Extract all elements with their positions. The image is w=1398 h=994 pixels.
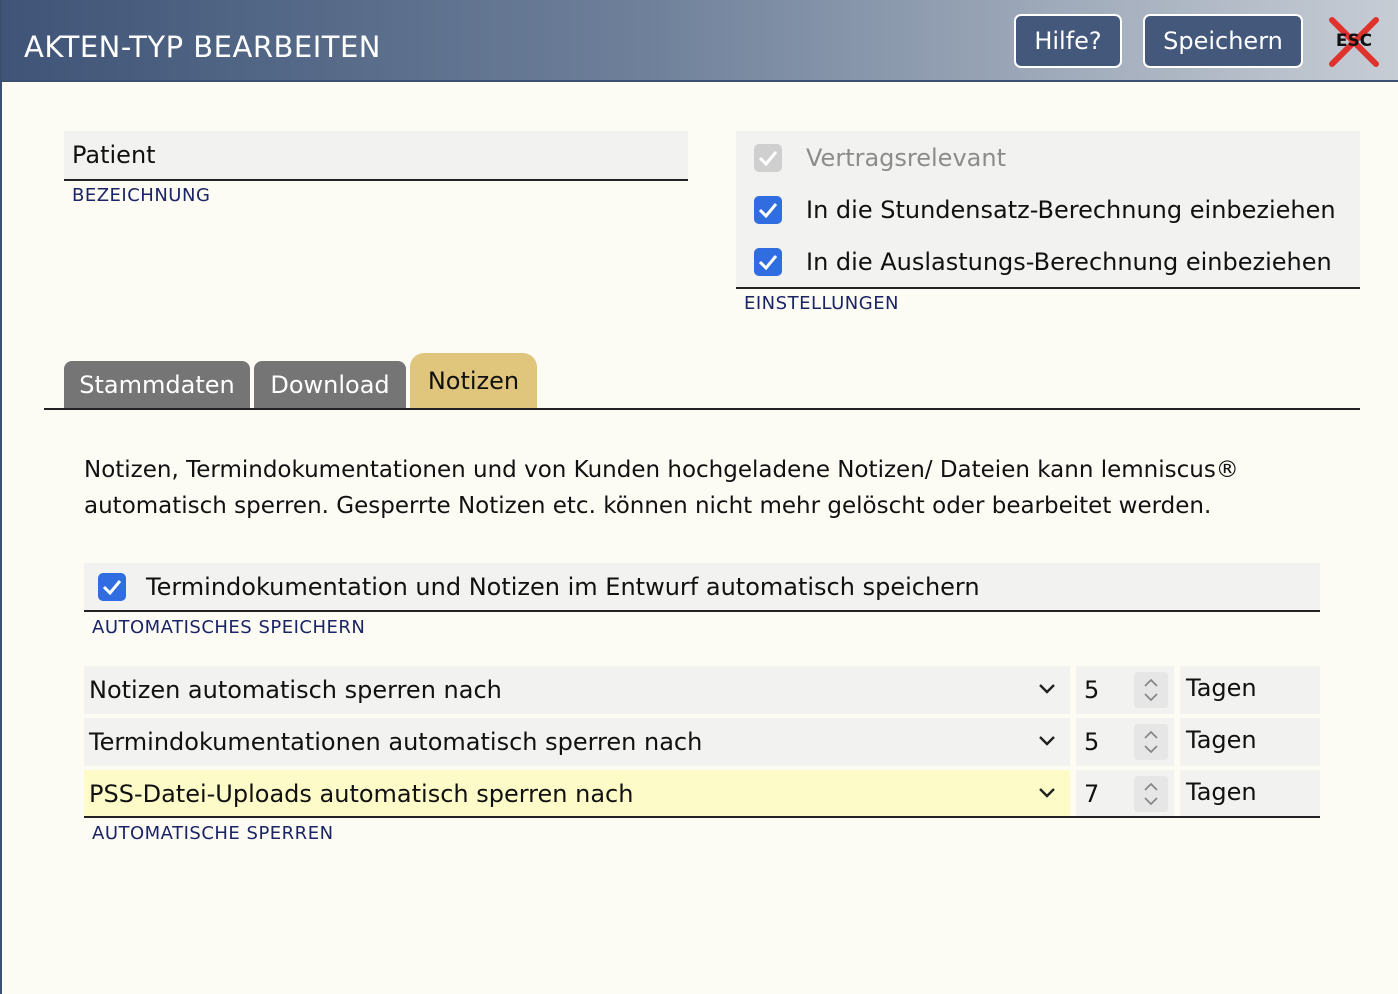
chevron-down-icon	[1039, 736, 1055, 746]
notizen-lock-select[interactable]: Notizen automatisch sperren nach	[84, 666, 1070, 714]
locks-caption: AUTOMATISCHE SPERREN	[92, 823, 334, 844]
termindoku-lock-label: Termindokumentationen automatisch sperre…	[89, 728, 703, 756]
stundensatz-label: In die Stundensatz-Berechnung einbeziehe…	[806, 196, 1336, 224]
notizen-unit-label: Tagen	[1186, 674, 1257, 702]
bezeichnung-field[interactable]: Patient	[64, 131, 688, 181]
chevron-down-icon	[1039, 684, 1055, 694]
termindoku-days-stepper[interactable]: 5	[1076, 718, 1174, 766]
einstellungen-caption: EINSTELLUNGEN	[744, 293, 900, 314]
notizen-description: Notizen, Termindokumentationen und von K…	[84, 457, 1239, 519]
tab-notizen[interactable]: Notizen	[410, 353, 537, 409]
auto-save-group: Termindokumentation und Notizen im Entwu…	[84, 563, 1320, 612]
bezeichnung-caption: BEZEICHNUNG	[72, 185, 211, 206]
pss-lock-select[interactable]: PSS-Datei-Uploads automatisch sperren na…	[84, 770, 1070, 818]
tab-download[interactable]: Download	[254, 361, 406, 409]
checkmark-icon	[758, 203, 778, 218]
checkbox-row-auslastung[interactable]: In die Auslastungs-Berechnung einbeziehe…	[754, 248, 1332, 276]
checkbox-row-vertragsrelevant[interactable]: Vertragsrelevant	[754, 144, 1006, 172]
auto-save-label: Termindokumentation und Notizen im Entwu…	[146, 573, 980, 601]
tab-stammdaten[interactable]: Stammdaten	[64, 361, 250, 409]
stundensatz-checkbox[interactable]	[754, 196, 782, 224]
termindoku-days-value: 5	[1084, 728, 1100, 756]
lock-row-pss-uploads: PSS-Datei-Uploads automatisch sperren na…	[84, 770, 1320, 818]
spinner-arrows-icon[interactable]	[1134, 724, 1168, 760]
auto-save-caption: AUTOMATISCHES SPEICHERN	[92, 617, 366, 638]
bezeichnung-value: Patient	[72, 141, 156, 169]
termindoku-unit-label: Tagen	[1186, 726, 1257, 754]
checkmark-icon	[758, 255, 778, 270]
spinner-arrows-icon[interactable]	[1134, 672, 1168, 708]
termindoku-lock-select[interactable]: Termindokumentationen automatisch sperre…	[84, 718, 1070, 766]
checkmark-icon	[758, 151, 778, 166]
locks-divider	[84, 816, 1320, 818]
vertragsrelevant-label: Vertragsrelevant	[806, 144, 1006, 172]
auto-save-checkbox[interactable]	[98, 573, 126, 601]
notizen-days-stepper[interactable]: 5	[1076, 666, 1174, 714]
notizen-unit-box: Tagen	[1180, 666, 1320, 714]
einstellungen-group: Vertragsrelevant In die Stundensatz-Bere…	[736, 131, 1360, 289]
pss-days-value: 7	[1084, 780, 1100, 808]
termindoku-unit-box: Tagen	[1180, 718, 1320, 766]
pss-unit-box: Tagen	[1180, 770, 1320, 818]
esc-close-button[interactable]: ESC	[1326, 16, 1382, 68]
notizen-lock-label: Notizen automatisch sperren nach	[89, 676, 502, 704]
save-button[interactable]: Speichern	[1143, 14, 1303, 68]
title-bar: AKTEN-TYP BEARBEITEN Hilfe? Speichern ES…	[2, 0, 1398, 82]
checkmark-icon	[102, 580, 122, 595]
lock-row-notizen: Notizen automatisch sperren nach 5 Tagen	[84, 666, 1320, 714]
vertragsrelevant-checkbox[interactable]	[754, 144, 782, 172]
lock-row-termindokumentationen: Termindokumentationen automatisch sperre…	[84, 718, 1320, 766]
auslastung-label: In die Auslastungs-Berechnung einbeziehe…	[806, 248, 1332, 276]
pss-unit-label: Tagen	[1186, 778, 1257, 806]
help-button[interactable]: Hilfe?	[1014, 14, 1122, 68]
pss-days-stepper[interactable]: 7	[1076, 770, 1174, 818]
edit-dialog: AKTEN-TYP BEARBEITEN Hilfe? Speichern ES…	[0, 0, 1398, 994]
notizen-days-value: 5	[1084, 676, 1100, 704]
pss-lock-label: PSS-Datei-Uploads automatisch sperren na…	[89, 780, 634, 808]
esc-label: ESC	[1335, 31, 1373, 51]
dialog-title: AKTEN-TYP BEARBEITEN	[24, 30, 381, 64]
auslastung-checkbox[interactable]	[754, 248, 782, 276]
spinner-arrows-icon[interactable]	[1134, 776, 1168, 812]
checkbox-row-stundensatz[interactable]: In die Stundensatz-Berechnung einbeziehe…	[754, 196, 1336, 224]
chevron-down-icon	[1039, 788, 1055, 798]
checkbox-row-auto-save[interactable]: Termindokumentation und Notizen im Entwu…	[98, 573, 980, 601]
tabs-divider	[44, 408, 1360, 410]
